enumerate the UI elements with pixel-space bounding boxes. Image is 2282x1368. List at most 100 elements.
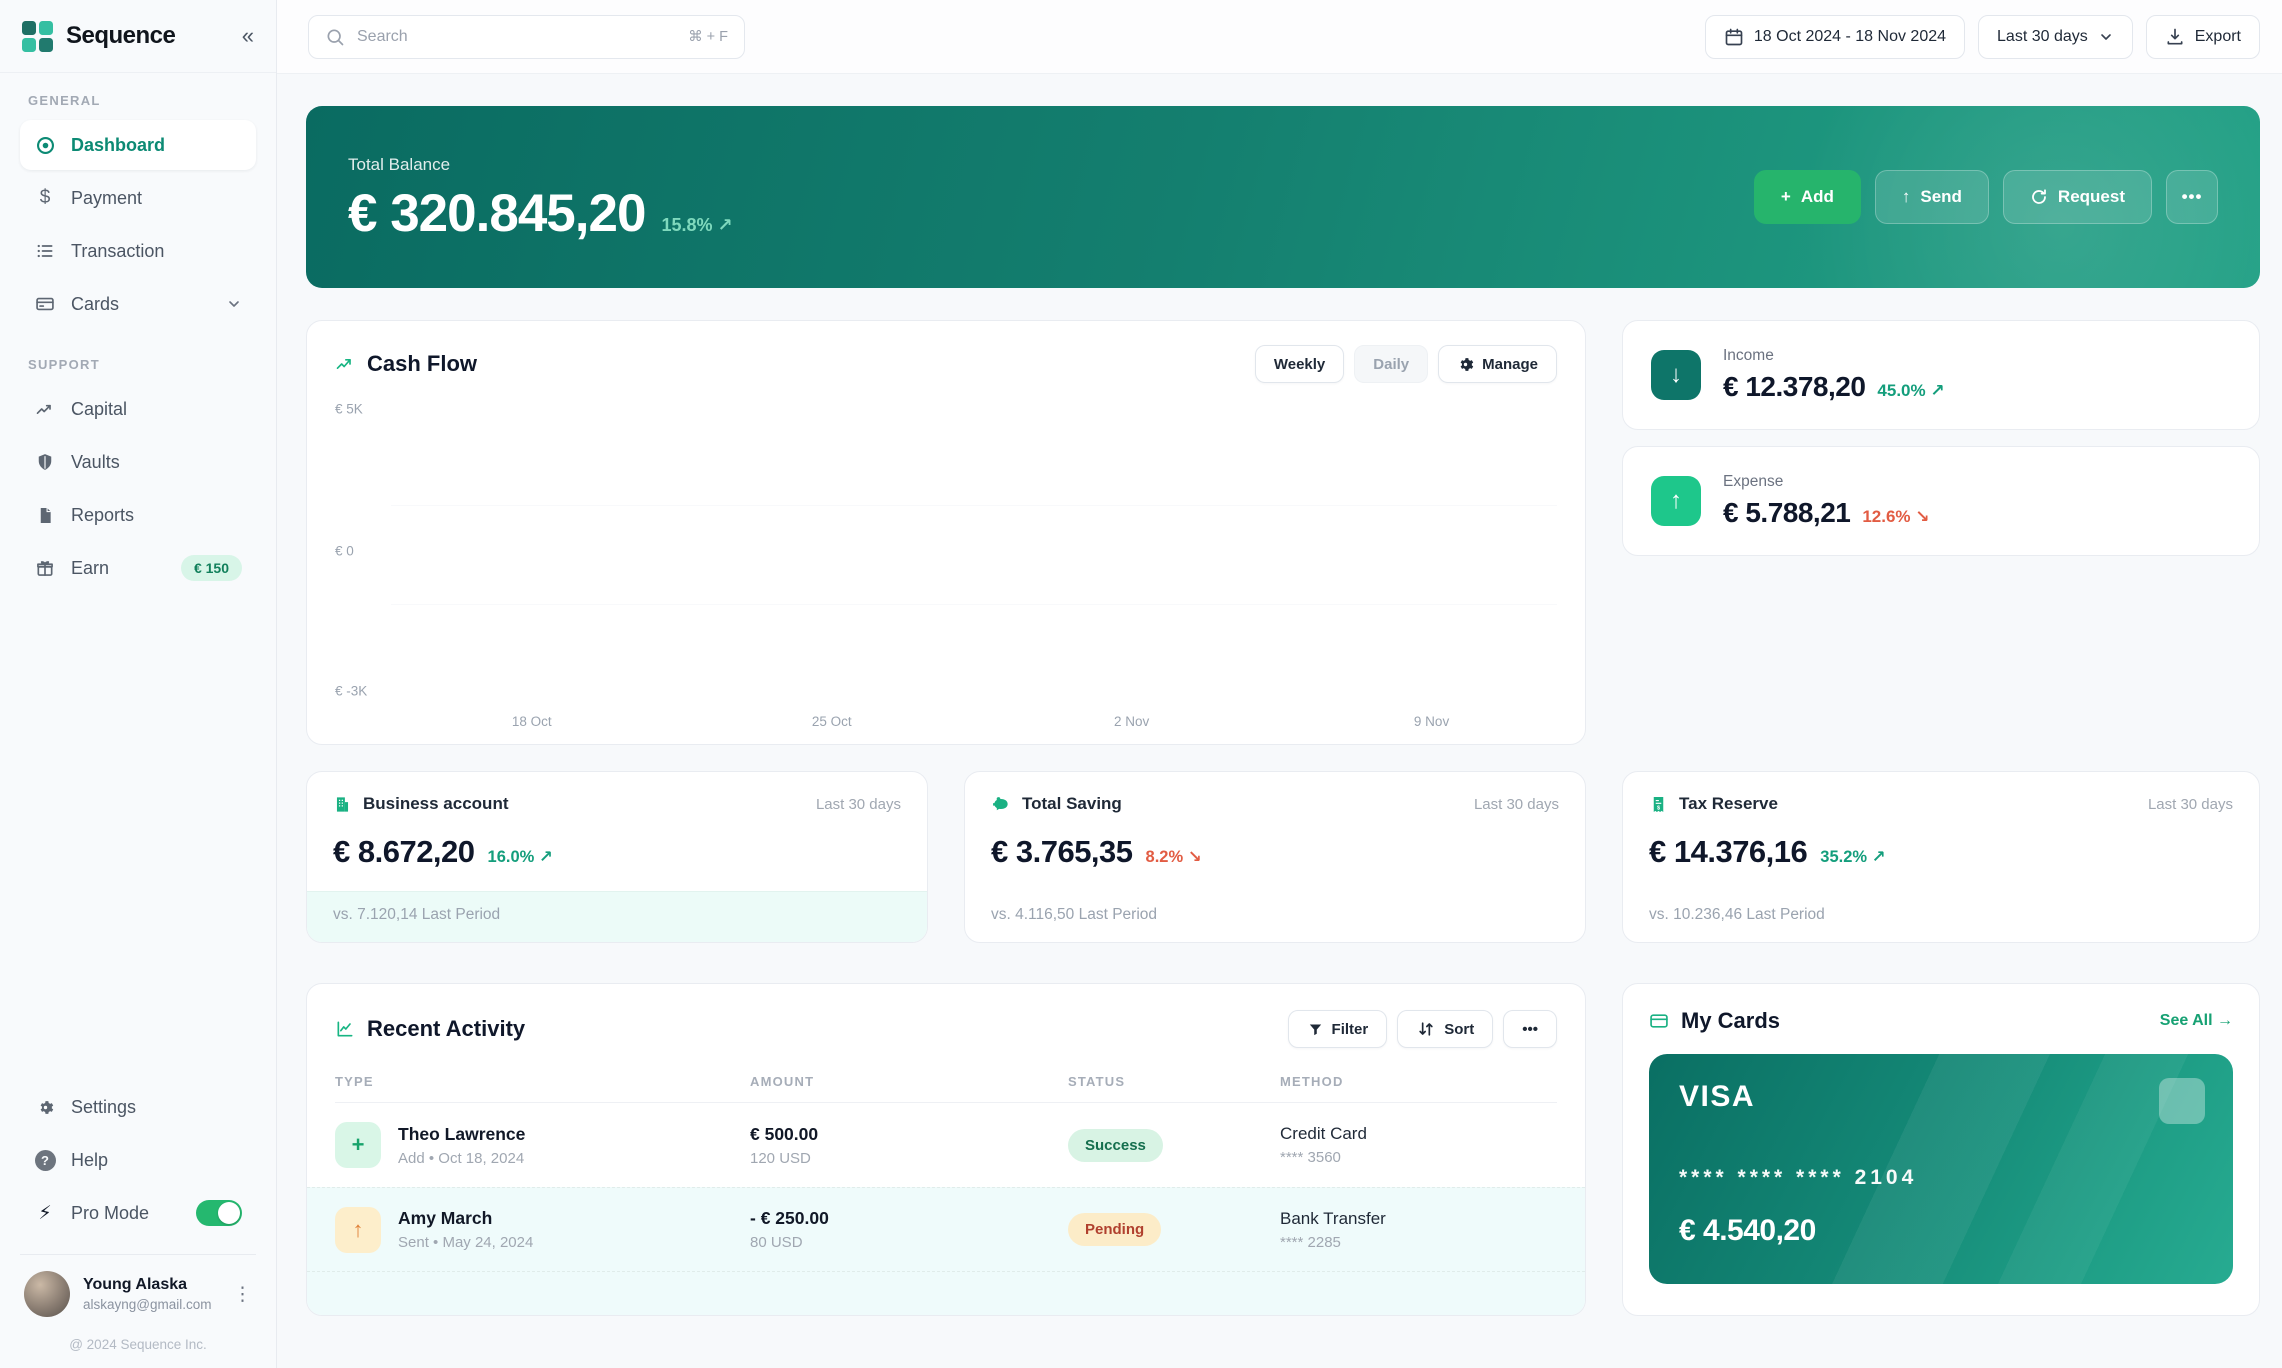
sidebar-item-pro-mode[interactable]: ⚡Pro Mode xyxy=(20,1188,256,1238)
bar-16[interactable] xyxy=(1338,701,1380,704)
bar-18[interactable] xyxy=(1456,701,1498,704)
stat-change: 8.2% ↘ xyxy=(1146,847,1202,867)
income-amount: € 12.378,20 xyxy=(1723,371,1865,403)
sidebar-item-capital[interactable]: Capital xyxy=(20,384,256,434)
sort-button[interactable]: Sort xyxy=(1397,1010,1493,1048)
date-range-button[interactable]: 18 Oct 2024 - 18 Nov 2024 xyxy=(1705,15,1965,59)
table-row[interactable]: +Theo LawrenceAdd • Oct 18, 2024€ 500.00… xyxy=(307,1103,1585,1187)
stat-amount: € 3.765,35 xyxy=(991,834,1133,870)
search-box[interactable]: ⌘ + F xyxy=(308,15,745,59)
funnel-icon xyxy=(1307,1021,1324,1038)
search-input[interactable] xyxy=(357,28,676,46)
bar-5[interactable] xyxy=(687,701,729,704)
bar-6[interactable] xyxy=(746,701,788,704)
bar-10[interactable] xyxy=(983,701,1025,704)
sidebar-item-help[interactable]: ?Help xyxy=(20,1135,256,1185)
settings-icon xyxy=(34,1096,56,1118)
sidebar-item-earn[interactable]: Earn € 150 xyxy=(20,543,256,593)
bar-12[interactable] xyxy=(1101,701,1143,704)
bar-11[interactable] xyxy=(1042,701,1084,704)
user-profile[interactable]: Young Alaska alskayng@gmail.com ⋮ xyxy=(20,1254,256,1317)
recent-activity-title: Recent Activity xyxy=(335,1016,525,1042)
sidebar-item-reports[interactable]: Reports xyxy=(20,490,256,540)
request-button[interactable]: Request xyxy=(2003,170,2152,224)
sidebar-item-payment[interactable]: $Payment xyxy=(20,173,256,223)
bar-1[interactable] xyxy=(450,701,492,704)
add-button[interactable]: +Add xyxy=(1754,170,1861,224)
payment-icon: $ xyxy=(34,187,56,209)
trend-chart-icon xyxy=(335,354,355,374)
activity-more-button[interactable]: ••• xyxy=(1503,1010,1557,1048)
pro-mode-toggle[interactable] xyxy=(196,1200,242,1226)
help-icon: ? xyxy=(34,1149,56,1171)
bar-13[interactable] xyxy=(1160,701,1202,704)
nav-section-label: SUPPORT xyxy=(28,357,248,372)
weekly-toggle[interactable]: Weekly xyxy=(1255,345,1344,383)
send-button[interactable]: ↑Send xyxy=(1875,170,1989,224)
brand-name: Sequence xyxy=(66,22,175,50)
bar-0[interactable] xyxy=(391,701,433,704)
bar-17[interactable] xyxy=(1397,701,1439,704)
sidebar-item-transaction[interactable]: Transaction xyxy=(20,226,256,276)
bar-9[interactable] xyxy=(923,701,965,704)
total-balance-change: 15.8% ↗ xyxy=(661,215,732,240)
period-select[interactable]: Last 30 days xyxy=(1978,15,2133,59)
tax-icon: $ xyxy=(1649,795,1668,814)
method-sub: **** 2285 xyxy=(1280,1234,1557,1251)
see-all-link[interactable]: See All → xyxy=(2160,1012,2233,1030)
building-icon xyxy=(333,795,352,814)
bar-7[interactable] xyxy=(805,701,847,704)
total-balance-amount: € 320.845,20 xyxy=(348,187,645,240)
chevron-down-icon xyxy=(2098,29,2114,45)
bars xyxy=(391,409,1557,704)
line-chart-icon xyxy=(335,1019,355,1039)
sequence-logo-icon xyxy=(22,21,53,52)
amount: - € 250.00 xyxy=(750,1208,1068,1229)
earn-badge: € 150 xyxy=(181,555,242,581)
sidebar-item-label: Earn xyxy=(71,558,109,579)
sidebar-item-cards[interactable]: Cards xyxy=(20,279,256,329)
sidebar-item-dashboard[interactable]: Dashboard xyxy=(20,120,256,170)
sidebar-item-label: Reports xyxy=(71,505,134,526)
method: Credit Card xyxy=(1280,1124,1557,1144)
filter-button[interactable]: Filter xyxy=(1288,1010,1388,1048)
table-row[interactable]: ↑Amy MarchSent • May 24, 2024- € 250.008… xyxy=(307,1187,1585,1271)
content: Total Balance € 320.845,20 15.8% ↗ +Add … xyxy=(277,74,2282,1368)
piggy-icon xyxy=(991,794,1011,814)
sidebar-item-vaults[interactable]: Vaults xyxy=(20,437,256,487)
income-label: Income xyxy=(1723,347,1945,365)
x-axis-label: 9 Nov xyxy=(1414,714,1449,729)
bolt-icon: ⚡ xyxy=(34,1202,56,1224)
add-transaction-icon: + xyxy=(335,1122,381,1168)
gridline-overlay xyxy=(391,505,1557,507)
bar-2[interactable] xyxy=(509,701,551,704)
trend-up-icon: ↗ xyxy=(1930,381,1944,400)
daily-toggle[interactable]: Daily xyxy=(1354,345,1428,383)
manage-button[interactable]: Manage xyxy=(1438,345,1557,383)
column-header: METHOD xyxy=(1280,1074,1557,1089)
collapse-sidebar-icon[interactable]: « xyxy=(242,23,254,49)
calendar-icon xyxy=(1724,27,1744,47)
user-menu-kebab-icon[interactable]: ⋮ xyxy=(233,1283,252,1306)
gear-icon xyxy=(1457,356,1474,373)
visa-card[interactable]: VISA **** **** **** 2104 € 4.540,20 xyxy=(1649,1054,2233,1284)
bar-15[interactable] xyxy=(1278,701,1320,704)
bar-4[interactable] xyxy=(628,701,670,704)
bar-19[interactable] xyxy=(1515,701,1557,704)
card-chip xyxy=(2159,1078,2205,1124)
export-button[interactable]: Export xyxy=(2146,15,2260,59)
sidebar-item-settings[interactable]: Settings xyxy=(20,1082,256,1132)
vaults-icon xyxy=(34,451,56,473)
bar-3[interactable] xyxy=(568,701,610,704)
stats-row: Business accountLast 30 days€ 8.672,2016… xyxy=(306,771,2260,943)
plus-icon: + xyxy=(1781,187,1791,207)
total-balance-card: Total Balance € 320.845,20 15.8% ↗ +Add … xyxy=(306,106,2260,288)
svg-text:$: $ xyxy=(1657,805,1660,811)
sidebar-item-label: Dashboard xyxy=(71,135,165,156)
bar-8[interactable] xyxy=(864,701,906,704)
reports-icon xyxy=(34,504,56,526)
more-actions-button[interactable]: ••• xyxy=(2166,170,2218,224)
bar-14[interactable] xyxy=(1219,701,1261,704)
card-number: **** **** **** 2104 xyxy=(1679,1166,2203,1190)
stat-card-total-saving: Total SavingLast 30 days€ 3.765,358.2% ↘… xyxy=(964,771,1586,943)
